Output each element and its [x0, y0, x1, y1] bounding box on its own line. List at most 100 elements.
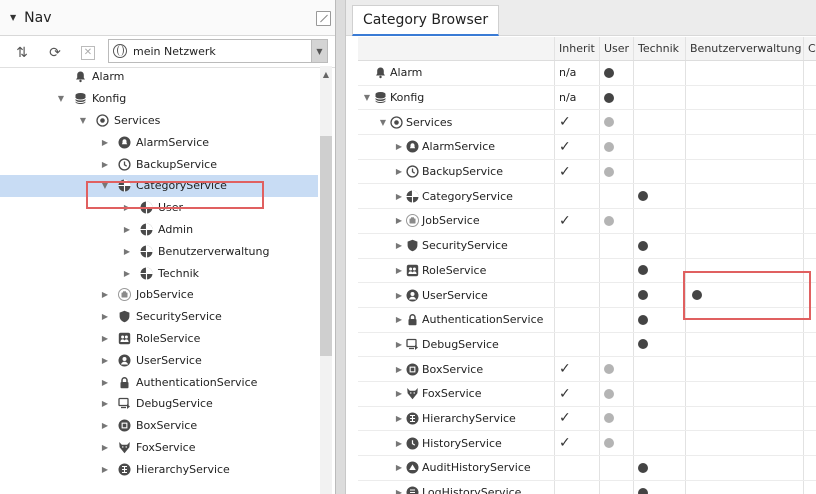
collapsed-triangle-icon[interactable]: ▶	[100, 138, 110, 147]
tree-item-foxservice[interactable]: ▶ FoxService	[0, 437, 318, 459]
cell-c[interactable]	[803, 381, 816, 406]
cell-inherit[interactable]	[554, 456, 599, 480]
collapsed-triangle-icon[interactable]: ▶	[394, 340, 404, 349]
collapsed-triangle-icon[interactable]: ▶	[394, 291, 404, 300]
cell-benutzerverwaltung[interactable]	[685, 258, 803, 283]
grid-row-alarmservice[interactable]: ▶ AlarmService ✓	[358, 135, 816, 160]
cell-c[interactable]	[803, 135, 816, 159]
cell-technik[interactable]	[633, 480, 685, 494]
cell-benutzerverwaltung[interactable]	[685, 135, 803, 159]
grid-row-alarm[interactable]: Alarm n/a	[358, 61, 816, 86]
collapsed-triangle-icon[interactable]: ▶	[100, 421, 110, 430]
cell-technik[interactable]	[633, 258, 685, 283]
network-select[interactable]: mein Netzwerk ▼	[108, 39, 328, 63]
scroll-up-icon[interactable]: ▲	[320, 70, 332, 79]
cell-technik[interactable]	[633, 332, 685, 357]
column-header-c[interactable]: C	[803, 37, 816, 60]
collapsed-triangle-icon[interactable]: ▶	[100, 356, 110, 365]
collapsed-triangle-icon[interactable]: ▶	[100, 334, 110, 343]
cell-inherit[interactable]	[554, 480, 599, 494]
grid-row-historyservice[interactable]: ▶ HistoryService ✓	[358, 431, 816, 456]
sync-arrows-icon[interactable]: ⇅	[10, 41, 34, 65]
cell-benutzerverwaltung[interactable]	[685, 85, 803, 110]
cell-user[interactable]	[599, 307, 633, 332]
grid-row-services[interactable]: ▼ Services ✓	[358, 110, 816, 136]
cell-user[interactable]	[599, 85, 633, 110]
cell-user[interactable]	[599, 209, 633, 233]
cell-user[interactable]	[599, 258, 633, 283]
collapsed-triangle-icon[interactable]: ▶	[394, 266, 404, 275]
cell-technik[interactable]	[633, 110, 685, 135]
cell-benutzerverwaltung[interactable]	[685, 406, 803, 431]
cell-inherit[interactable]	[554, 332, 599, 357]
cell-technik[interactable]	[633, 85, 685, 110]
grid-row-securityservice[interactable]: ▶ SecurityService	[358, 233, 816, 259]
column-header-technik[interactable]: Technik	[633, 37, 685, 60]
tree-item-technik[interactable]: ▶ Technik	[0, 262, 318, 284]
collapsed-triangle-icon[interactable]: ▶	[394, 365, 404, 374]
tree-item-konfig[interactable]: ▼ Konfig	[0, 88, 318, 110]
cell-c[interactable]	[803, 184, 816, 209]
cell-user[interactable]	[599, 283, 633, 307]
cell-benutzerverwaltung[interactable]	[685, 184, 803, 209]
cell-user[interactable]	[599, 159, 633, 184]
tree-item-roleservice[interactable]: ▶ RoleService	[0, 328, 318, 350]
column-header-user[interactable]: User	[599, 37, 633, 60]
cell-technik[interactable]	[633, 233, 685, 258]
cell-user[interactable]	[599, 233, 633, 258]
collapsed-triangle-icon[interactable]: ▶	[394, 241, 404, 250]
cell-inherit[interactable]	[554, 233, 599, 258]
grid-row-hierarchyservice[interactable]: ▶ HierarchyService ✓	[358, 406, 816, 432]
cell-c[interactable]	[803, 332, 816, 357]
cell-user[interactable]	[599, 406, 633, 431]
cell-benutzerverwaltung[interactable]	[685, 332, 803, 357]
cell-inherit[interactable]	[554, 184, 599, 209]
grid-row-foxservice[interactable]: ▶ FoxService ✓	[358, 381, 816, 407]
collapsed-triangle-icon[interactable]: ▶	[122, 247, 132, 256]
cell-inherit[interactable]: ✓	[554, 357, 599, 381]
cell-user[interactable]	[599, 184, 633, 209]
cell-inherit[interactable]	[554, 307, 599, 332]
cell-inherit[interactable]: n/a	[554, 61, 599, 85]
close-icon[interactable]: ✕	[76, 41, 100, 65]
cell-inherit[interactable]: ✓	[554, 381, 599, 406]
grid-row-categoryservice[interactable]: ▶ CategoryService	[358, 184, 816, 210]
expanded-triangle-icon[interactable]: ▼	[100, 181, 110, 190]
cell-inherit[interactable]: ✓	[554, 110, 599, 135]
collapsed-triangle-icon[interactable]: ▶	[122, 269, 132, 278]
collapsed-triangle-icon[interactable]: ▶	[100, 290, 110, 299]
collapsed-triangle-icon[interactable]: ▶	[394, 414, 404, 423]
grid-row-userservice[interactable]: ▶ UserService	[358, 283, 816, 308]
cell-inherit[interactable]: n/a	[554, 85, 599, 110]
cell-technik[interactable]	[633, 406, 685, 431]
collapsed-triangle-icon[interactable]: ▶	[100, 465, 110, 474]
tree-item-securityservice[interactable]: ▶ SecurityService	[0, 306, 318, 328]
cell-inherit[interactable]: ✓	[554, 406, 599, 431]
collapsed-triangle-icon[interactable]: ▶	[394, 463, 404, 472]
collapsed-triangle-icon[interactable]: ▶	[122, 225, 132, 234]
collapsed-triangle-icon[interactable]: ▶	[394, 167, 404, 176]
cell-technik[interactable]	[633, 283, 685, 307]
cell-user[interactable]	[599, 110, 633, 135]
tree-item-admin[interactable]: ▶ Admin	[0, 219, 318, 241]
tab-category-browser[interactable]: Category Browser	[352, 5, 500, 36]
grid-row-audithistoryservice[interactable]: ▶ AuditHistoryService	[358, 456, 816, 481]
collapsed-triangle-icon[interactable]: ▶	[100, 443, 110, 452]
expanded-triangle-icon[interactable]: ▼	[78, 116, 88, 125]
nav-scrollbar[interactable]: ▲	[320, 66, 332, 494]
cell-benutzerverwaltung[interactable]	[685, 61, 803, 85]
grid-row-backupservice[interactable]: ▶ BackupService ✓	[358, 159, 816, 185]
cell-technik[interactable]	[633, 357, 685, 381]
cell-benutzerverwaltung[interactable]	[685, 456, 803, 480]
cell-user[interactable]	[599, 332, 633, 357]
collapsed-triangle-icon[interactable]: ▶	[394, 142, 404, 151]
collapsed-triangle-icon[interactable]: ▶	[394, 439, 404, 448]
scroll-thumb[interactable]	[320, 136, 332, 356]
cell-benutzerverwaltung[interactable]	[685, 307, 803, 332]
cell-user[interactable]	[599, 357, 633, 381]
maximize-icon[interactable]	[316, 11, 331, 26]
cell-c[interactable]	[803, 406, 816, 431]
tree-item-authenticationservice[interactable]: ▶ AuthenticationService	[0, 371, 318, 393]
collapsed-triangle-icon[interactable]: ▶	[394, 488, 404, 494]
cell-c[interactable]	[803, 61, 816, 85]
